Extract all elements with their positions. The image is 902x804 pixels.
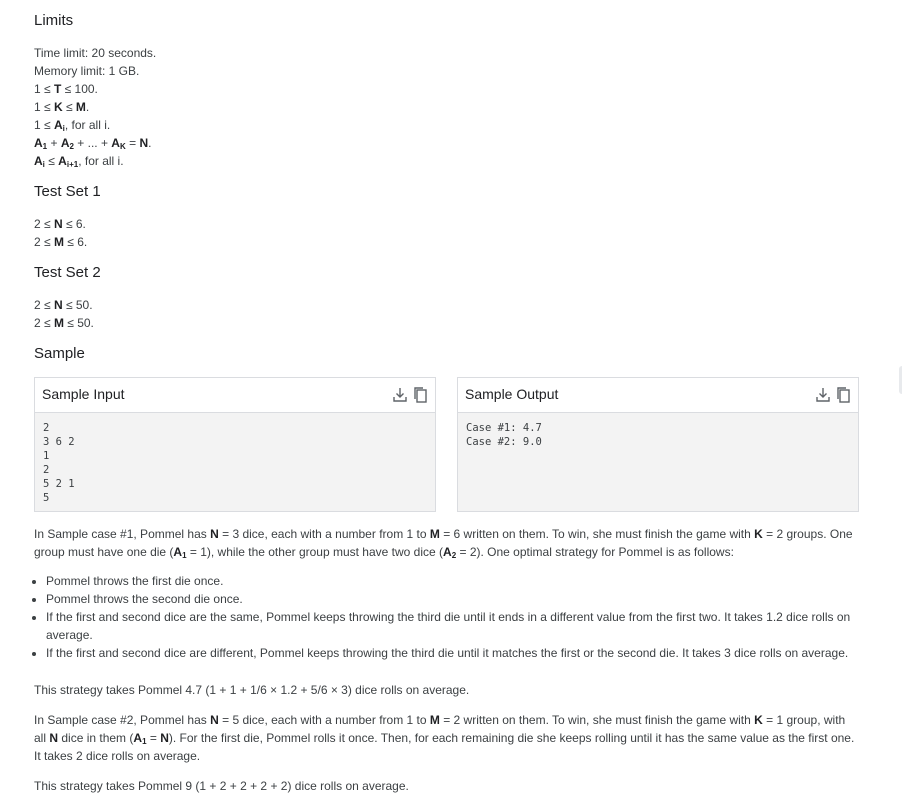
sample-input-title: Sample Input	[42, 386, 125, 402]
sample-2-explanation: In Sample case #2, Pommel has N = 5 dice…	[34, 713, 855, 763]
strategy-summary-2: This strategy takes Pommel 9 (1 + 2 + 2 …	[34, 779, 409, 793]
strategy-steps-list: Pommel throws the first die once. Pommel…	[34, 572, 860, 662]
sample-output-header: Sample Output	[458, 378, 858, 413]
constraint-sum: A1 + A2 + ... + AK = N.	[34, 136, 152, 151]
constraint-t: 1 ≤ T ≤ 100.	[34, 82, 98, 96]
strategy-step: Pommel throws the second die once.	[46, 590, 860, 608]
download-icon[interactable]	[814, 386, 832, 404]
strategy-step: If the first and second dice are the sam…	[46, 608, 860, 644]
strategy-step: If the first and second dice are differe…	[46, 644, 860, 662]
sample-input-content[interactable]: 2 3 6 2 1 2 5 2 1 5	[35, 413, 435, 513]
strategy-summary-1: This strategy takes Pommel 4.7 (1 + 1 + …	[34, 683, 470, 697]
ts1-constraint-m: 2 ≤ M ≤ 6.	[34, 235, 88, 249]
section-title-limits: Limits	[34, 12, 74, 29]
sample-input-header: Sample Input	[35, 378, 435, 413]
copy-icon[interactable]	[411, 386, 429, 404]
constraint-order: Ai ≤ Ai+1, for all i.	[34, 154, 124, 169]
ts2-constraint-n: 2 ≤ N ≤ 50.	[34, 298, 93, 312]
time-limit: Time limit: 20 seconds.	[34, 46, 157, 60]
sample-output-box: Sample Output Case #1: 4.7 Case #2: 9.0	[457, 377, 859, 512]
constraint-k: 1 ≤ K ≤ M.	[34, 100, 90, 114]
section-title-sample: Sample	[34, 345, 85, 362]
ts1-constraint-n: 2 ≤ N ≤ 6.	[34, 217, 86, 231]
copy-icon[interactable]	[834, 386, 852, 404]
sample-output-title: Sample Output	[465, 386, 559, 402]
memory-limit: Memory limit: 1 GB.	[34, 64, 140, 78]
sample-output-content[interactable]: Case #1: 4.7 Case #2: 9.0	[458, 413, 858, 457]
sample-1-explanation: In Sample case #1, Pommel has N = 3 dice…	[34, 527, 853, 560]
section-title-test-set-1: Test Set 1	[34, 183, 101, 200]
sample-input-box: Sample Input 2 3 6 2 1 2 5 2 1 5	[34, 377, 436, 512]
section-title-test-set-2: Test Set 2	[34, 264, 101, 281]
download-icon[interactable]	[391, 386, 409, 404]
strategy-step: Pommel throws the first die once.	[46, 572, 860, 590]
ts2-constraint-m: 2 ≤ M ≤ 50.	[34, 316, 94, 330]
constraint-ai: 1 ≤ Ai, for all i.	[34, 118, 111, 133]
